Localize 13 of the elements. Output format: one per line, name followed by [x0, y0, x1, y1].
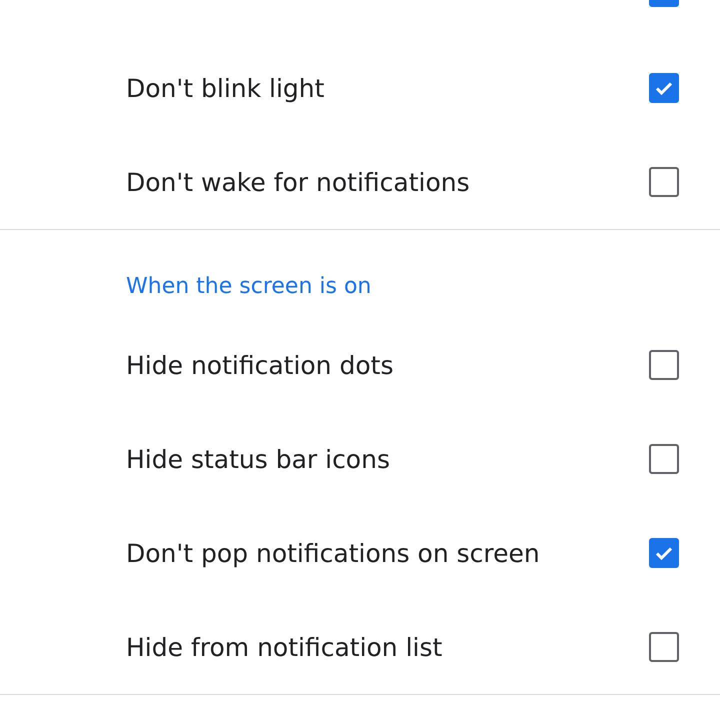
- checkbox[interactable]: [649, 350, 679, 380]
- checkbox[interactable]: [649, 444, 679, 474]
- setting-label: Don't wake for notifications: [126, 168, 470, 196]
- section-header: When the screen is on: [125, 273, 372, 301]
- setting-label: Hide status bar icons: [126, 444, 390, 474]
- setting-label: Don't blink light: [126, 74, 324, 102]
- checkbox[interactable]: [649, 167, 679, 197]
- setting-label: Hide notification dots: [126, 350, 394, 380]
- checkbox[interactable]: [649, 632, 679, 662]
- checkbox[interactable]: [649, 538, 679, 568]
- checkbox[interactable]: [649, 73, 679, 103]
- setting-label: Don't pop notifications on screen: [126, 538, 540, 568]
- setting-label: Hide from notification list: [126, 632, 442, 662]
